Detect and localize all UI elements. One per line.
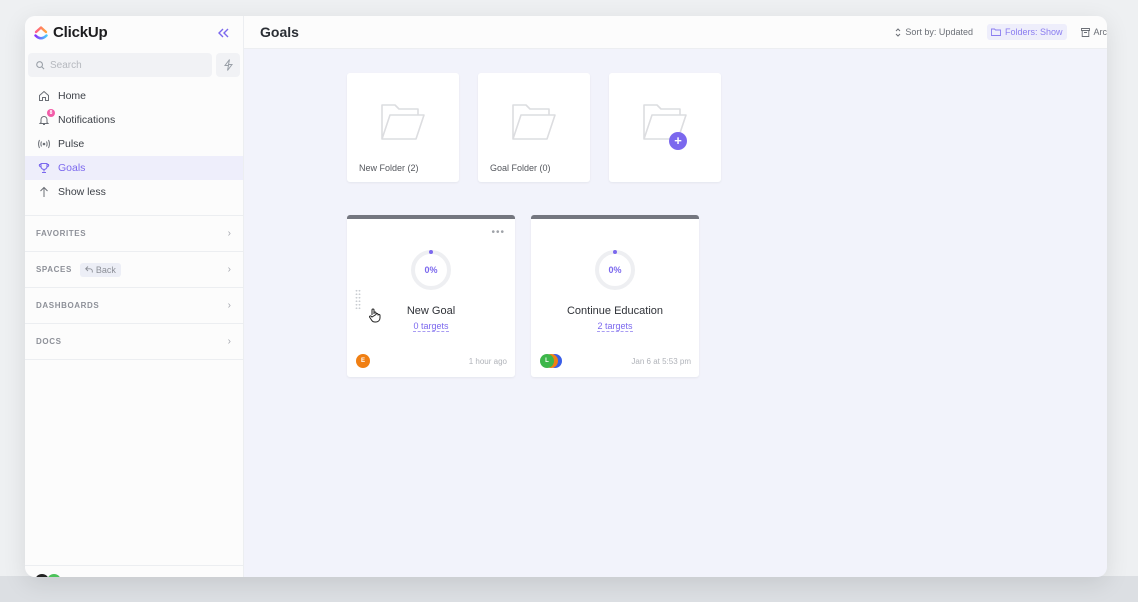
progress-ring: 0% — [410, 249, 452, 291]
archive-button[interactable]: Arc — [1077, 24, 1108, 40]
pulse-icon — [37, 137, 51, 151]
owner-avatar[interactable]: E — [356, 354, 370, 368]
section-docs[interactable]: DOCS › — [25, 324, 243, 360]
back-label: Back — [95, 264, 116, 275]
sidebar-item-label: Goals — [58, 162, 86, 174]
owner-avatar[interactable]: L — [540, 354, 554, 368]
sidebar-item-show-less[interactable]: Show less — [25, 180, 243, 204]
archive-label: Arc — [1093, 27, 1108, 37]
collapse-sidebar-button[interactable] — [218, 25, 229, 41]
chevron-right-icon: › — [227, 300, 231, 311]
sidebar-item-goals[interactable]: Goals — [25, 156, 243, 180]
sidebar-item-pulse[interactable]: Pulse — [25, 132, 243, 156]
targets-link[interactable]: 0 targets — [413, 321, 449, 332]
workspace-avatar[interactable] — [47, 574, 61, 577]
progress-ring: 0% — [594, 249, 636, 291]
folders-label: Folders: Show — [1004, 27, 1063, 37]
sidebar-nav: Home 8 Notifications Pulse Goals Show le… — [25, 84, 243, 204]
search-icon — [36, 60, 45, 69]
hand-cursor-icon — [369, 308, 381, 323]
sidebar-item-label: Show less — [58, 186, 106, 198]
folder-open-icon — [512, 104, 556, 140]
search-field[interactable] — [28, 53, 212, 77]
sidebar-item-label: Notifications — [58, 114, 116, 126]
section-label: DASHBOARDS — [36, 301, 100, 310]
archive-icon — [1080, 27, 1090, 37]
main-content: Goals Sort by: Updated Folders: Show Arc — [244, 16, 1107, 577]
folder-name: Goal Folder (0) — [490, 163, 551, 173]
progress-label: 0% — [608, 265, 622, 275]
progress-label: 0% — [424, 265, 438, 275]
more-options-icon[interactable]: ••• — [491, 227, 505, 238]
chevron-right-icon: › — [227, 336, 231, 347]
section-label: DOCS — [36, 337, 62, 346]
sort-label: Sort by: Updated — [905, 27, 973, 37]
folder-icon — [991, 28, 1001, 36]
backdrop — [0, 576, 1138, 602]
reply-arrow-icon — [84, 266, 93, 273]
section-label: FAVORITES — [36, 229, 87, 238]
chevron-right-icon: › — [227, 264, 231, 275]
updated-time: Jan 6 at 5:53 pm — [631, 357, 691, 366]
sort-button[interactable]: Sort by: Updated — [891, 24, 977, 40]
sidebar-item-label: Home — [58, 90, 87, 102]
plus-icon: + — [669, 132, 687, 150]
sort-icon — [896, 27, 901, 37]
toolbar: Sort by: Updated Folders: Show Arc — [891, 24, 1107, 40]
goal-card[interactable]: ••• 0% New Goal 0 targets E 1 hour ago — [347, 215, 515, 377]
sidebar-item-notifications[interactable]: 8 Notifications — [25, 108, 243, 132]
chevron-right-icon: › — [227, 228, 231, 239]
home-icon — [37, 89, 51, 103]
quick-action-button[interactable] — [216, 53, 240, 77]
add-folder-card[interactable]: + — [609, 73, 721, 182]
goal-name: Continue Education — [566, 305, 663, 317]
bell-icon: 8 — [37, 109, 55, 127]
section-dashboards[interactable]: DASHBOARDS › — [25, 288, 243, 324]
folder-open-icon — [381, 104, 425, 140]
clickup-logo-icon — [34, 25, 48, 39]
top-bar: Goals Sort by: Updated Folders: Show Arc — [244, 16, 1107, 49]
app-window: ClickUp Search Home 8 Notifications Puls… — [25, 16, 1107, 577]
app-name: ClickUp — [53, 24, 108, 41]
back-button[interactable]: Back — [79, 262, 121, 277]
user-avatar[interactable] — [35, 574, 49, 577]
search-row — [25, 49, 243, 77]
double-chevron-left-icon — [218, 28, 229, 37]
folders-toggle-button[interactable]: Folders: Show — [986, 24, 1067, 40]
folder-card[interactable]: New Folder (2) — [347, 73, 459, 182]
goal-card[interactable]: 0% Continue Education 2 targets L Jan 6 … — [531, 215, 699, 377]
search-input[interactable] — [50, 59, 190, 71]
folder-name: New Folder (2) — [359, 163, 419, 173]
sidebar-item-home[interactable]: Home — [25, 84, 243, 108]
sidebar-footer — [25, 565, 243, 577]
notification-badge: 8 — [47, 109, 55, 117]
sidebar: ClickUp Search Home 8 Notifications Puls… — [25, 16, 244, 577]
arrow-up-icon — [37, 185, 51, 199]
section-favorites[interactable]: FAVORITES › — [25, 216, 243, 252]
brand-header: ClickUp — [25, 16, 243, 49]
section-label: SPACES — [36, 265, 72, 274]
targets-link[interactable]: 2 targets — [597, 321, 633, 332]
sidebar-item-label: Pulse — [58, 138, 85, 150]
folder-card[interactable]: Goal Folder (0) — [478, 73, 590, 182]
page-title: Goals — [260, 24, 299, 40]
trophy-icon — [37, 161, 51, 175]
bolt-icon — [223, 59, 233, 71]
section-spaces[interactable]: SPACES Back › — [25, 252, 243, 288]
updated-time: 1 hour ago — [468, 357, 507, 366]
goal-targets: 2 targets — [531, 321, 699, 332]
